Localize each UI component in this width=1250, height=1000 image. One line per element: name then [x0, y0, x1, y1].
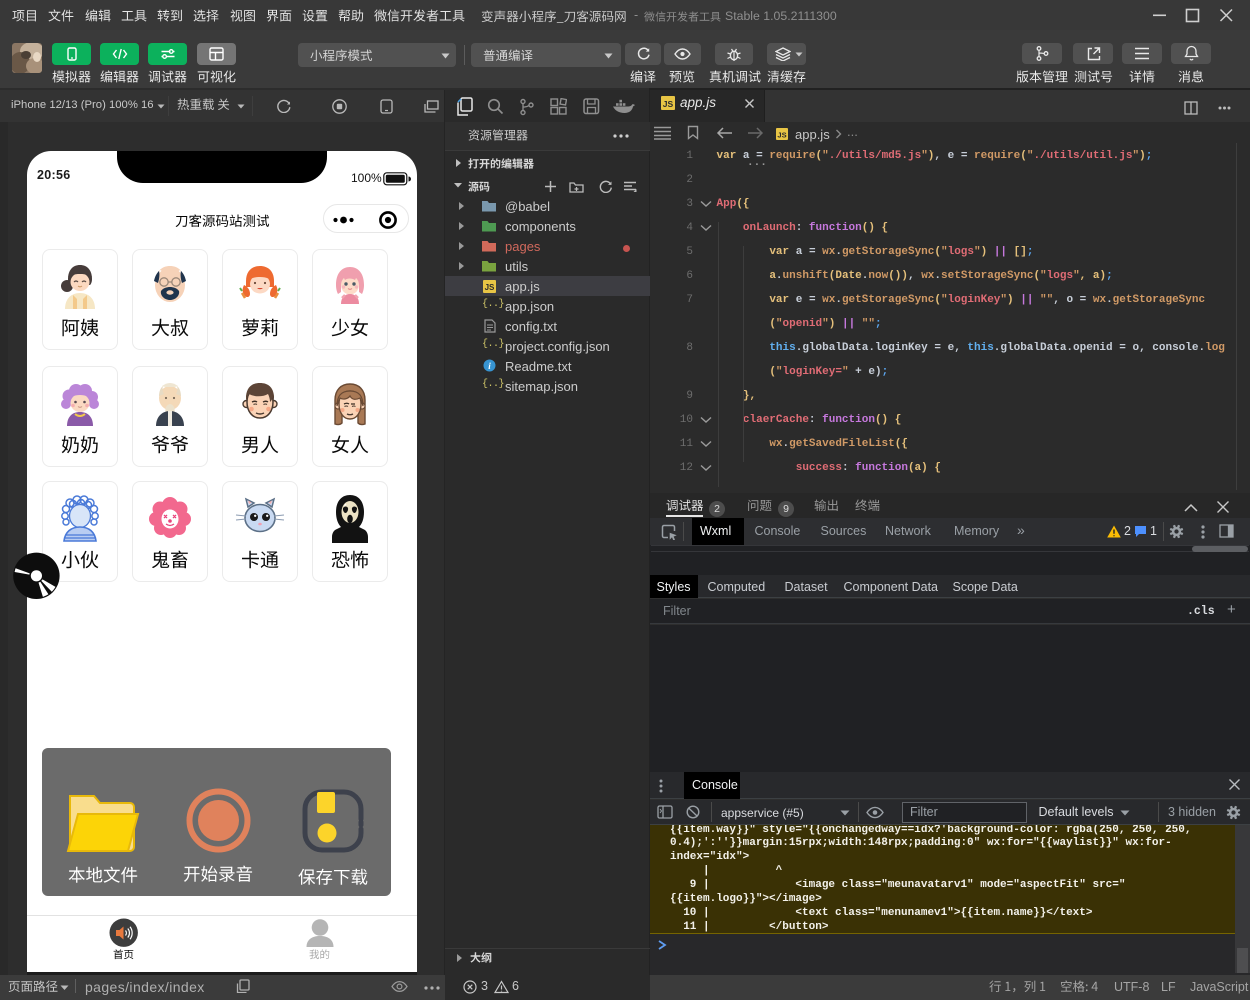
svg-text:JS: JS	[485, 283, 495, 292]
svg-text:JS: JS	[777, 131, 786, 140]
svg-text:JS: JS	[663, 99, 674, 109]
